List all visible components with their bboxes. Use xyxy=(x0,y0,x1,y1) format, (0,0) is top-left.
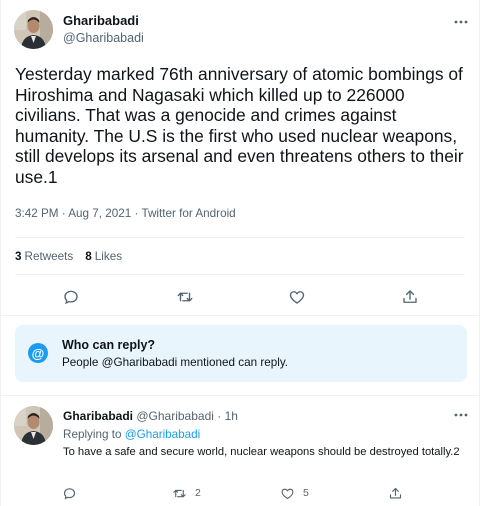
author-avatar[interactable] xyxy=(14,10,53,49)
who-can-reply-title: Who can reply? xyxy=(62,338,156,352)
at-icon: @ xyxy=(28,343,48,363)
like-icon xyxy=(281,488,294,499)
share-icon xyxy=(389,487,402,498)
reply-retweets-count: 2 xyxy=(195,487,201,499)
reply-share-button[interactable] xyxy=(388,485,403,501)
avatar-image xyxy=(14,10,53,49)
more-icon[interactable] xyxy=(451,15,471,29)
more-icon[interactable] xyxy=(451,408,471,422)
divider xyxy=(1,315,479,316)
reply-like-button[interactable]: 5 xyxy=(280,485,309,501)
likes-label: Likes xyxy=(94,250,123,263)
reply-author-line: Gharibabadi @Gharibabadi · 1h xyxy=(63,409,238,423)
reply-text: To have a safe and secure world, nuclear… xyxy=(63,446,460,458)
tweet-timestamp[interactable]: 3:42 PM · Aug 7, 2021 · Twitter for Andr… xyxy=(15,207,236,220)
tweet-action-bar xyxy=(1,286,480,308)
reply-action-bar: 2 5 xyxy=(1,485,480,501)
reply-separator: · xyxy=(217,409,222,423)
tweet-detail-page: Gharibabadi @Gharibabadi Yesterday marke… xyxy=(0,0,480,506)
likes-count: 8 xyxy=(85,250,92,263)
reply-author-handle[interactable]: @Gharibabadi xyxy=(136,409,214,423)
retweets-label: Retweets xyxy=(24,250,74,263)
tweet-text: Yesterday marked 76th anniversary of ato… xyxy=(15,64,464,187)
retweets-stat[interactable]: 3 Retweets xyxy=(15,250,73,263)
reply-likes-count: 5 xyxy=(303,487,309,499)
reply-time[interactable]: 1h xyxy=(225,409,238,423)
who-can-reply-subtitle: People @Gharibabadi mentioned can reply. xyxy=(62,356,289,369)
replying-to-prefix: Replying to xyxy=(63,428,122,441)
reply-icon[interactable] xyxy=(60,286,82,308)
divider xyxy=(15,237,465,238)
reply-retweet-button[interactable]: 2 xyxy=(172,485,201,501)
likes-stat[interactable]: 8 Likes xyxy=(85,250,122,263)
share-icon[interactable] xyxy=(399,286,421,308)
author-handle[interactable]: @Gharibabadi xyxy=(63,31,144,45)
retweet-icon[interactable] xyxy=(174,286,196,308)
retweets-count: 3 xyxy=(15,250,22,263)
divider xyxy=(1,395,479,396)
replying-to: Replying to @Gharibabadi xyxy=(63,428,200,441)
replying-to-link[interactable]: @Gharibabadi xyxy=(125,428,201,441)
reply-author-name[interactable]: Gharibabadi xyxy=(63,409,133,423)
reply-reply-button[interactable] xyxy=(62,485,77,501)
like-icon[interactable] xyxy=(286,286,308,308)
avatar-image xyxy=(14,406,53,445)
reply-icon xyxy=(63,487,76,500)
who-can-reply-notice: @ Who can reply? People @Gharibabadi men… xyxy=(15,325,467,382)
divider xyxy=(15,274,465,275)
author-name[interactable]: Gharibabadi xyxy=(63,13,139,28)
tweet-stats: 3 Retweets 8 Likes xyxy=(15,250,122,263)
reply-author-avatar[interactable] xyxy=(14,406,53,445)
retweet-icon xyxy=(173,489,186,497)
